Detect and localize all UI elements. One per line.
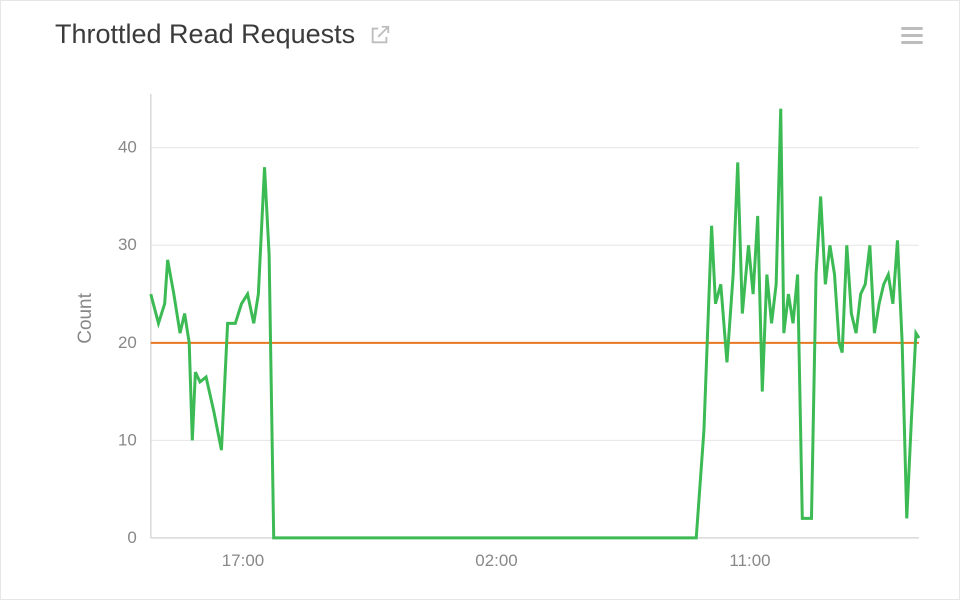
- chart-svg: 0 10 20 30 40 17:00 02:00 11:00 Count: [61, 74, 929, 593]
- y-tick-label: 20: [118, 333, 137, 352]
- panel-title: Throttled Read Requests: [55, 19, 355, 50]
- y-tick-label: 0: [127, 528, 136, 547]
- external-link-icon[interactable]: [369, 24, 391, 46]
- x-tick-label: 17:00: [222, 551, 264, 570]
- series-line: [151, 109, 919, 538]
- x-tick-label: 02:00: [475, 551, 517, 570]
- chart-area: 0 10 20 30 40 17:00 02:00 11:00 Count: [1, 64, 959, 613]
- x-tick-label: 11:00: [729, 551, 770, 570]
- hamburger-icon[interactable]: [899, 24, 925, 46]
- chart-panel: Throttled Read Requests 0 10 20 30 40 17:00 02…: [0, 0, 960, 600]
- y-tick-label: 40: [118, 138, 137, 157]
- panel-header-left: Throttled Read Requests: [55, 19, 391, 50]
- y-tick-label: 10: [118, 430, 137, 449]
- y-axis-label: Count: [75, 292, 96, 343]
- panel-header: Throttled Read Requests: [1, 1, 959, 64]
- y-tick-label: 30: [118, 235, 137, 254]
